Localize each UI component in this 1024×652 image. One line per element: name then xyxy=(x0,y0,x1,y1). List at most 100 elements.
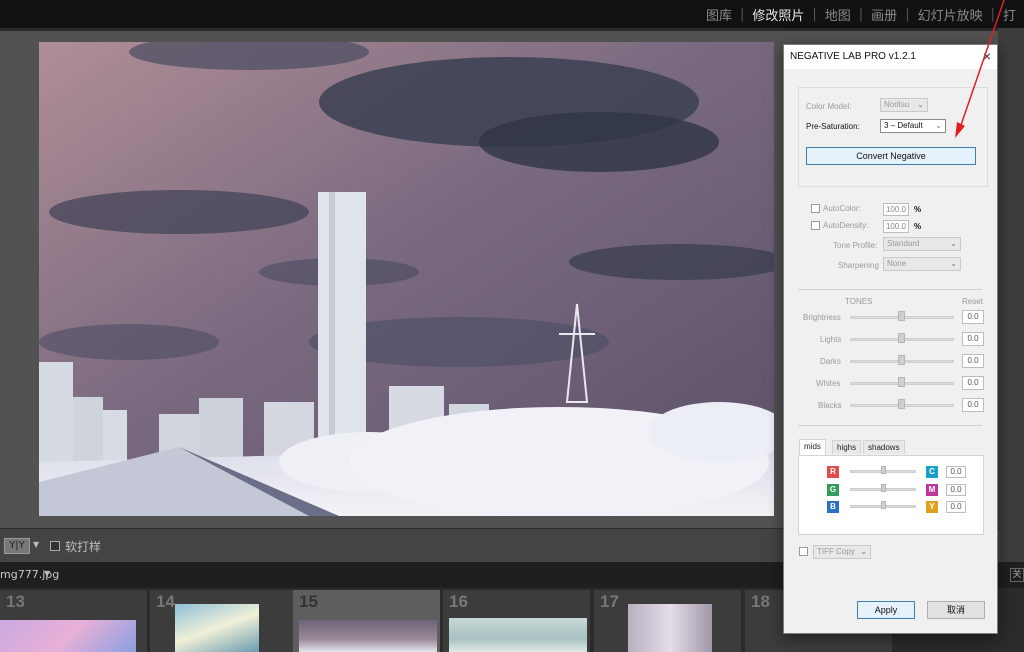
filmstrip-cell[interactable]: 13 xyxy=(0,590,148,652)
photo-thumbnail[interactable] xyxy=(449,618,587,652)
filter-toggle-button[interactable]: 关 xyxy=(1010,568,1024,582)
filmstrip-cell[interactable]: 16 xyxy=(443,590,591,652)
chevron-down-icon: ⌄ xyxy=(950,239,957,248)
cell-number: 15 xyxy=(299,592,318,611)
tone-profile-select[interactable]: Standard ⌄ xyxy=(883,237,961,251)
green-magenta-handle[interactable] xyxy=(881,484,886,492)
autocolor-field[interactable]: 100.0 xyxy=(883,203,909,216)
module-slideshow[interactable]: 幻灯片放映 xyxy=(910,5,991,24)
autodensity-checkbox[interactable] xyxy=(811,221,820,230)
divider xyxy=(798,425,982,426)
filmstrip-cell[interactable]: 17 xyxy=(594,590,742,652)
tab-highs[interactable]: highs xyxy=(832,440,862,454)
pre-saturation-select[interactable]: 3 – Default ⌄ xyxy=(880,119,946,133)
convert-negative-button[interactable]: Convert Negative xyxy=(806,147,976,165)
lightroom-window: 图库 | 修改照片 | 地图 | 画册 | 幻灯片放映 | 打 Y|Y ▼ 软打… xyxy=(0,0,1024,652)
reset-label: Reset xyxy=(962,297,983,306)
cancel-button[interactable]: 取消 xyxy=(927,601,985,619)
filmstrip-cell-selected[interactable]: 15 xyxy=(293,590,441,652)
color-model-value: Noritsu xyxy=(884,100,910,109)
green-channel-chip: G xyxy=(827,484,839,496)
chevron-down-icon: ⌄ xyxy=(935,121,942,130)
photo-thumbnail[interactable] xyxy=(299,620,437,652)
pre-saturation-label: Pre-Saturation: xyxy=(806,122,860,131)
blue-channel-chip: B xyxy=(827,501,839,513)
module-library[interactable]: 图库 xyxy=(698,5,740,24)
lights-label: Lights xyxy=(820,335,842,344)
chevron-down-icon: ⌄ xyxy=(860,547,867,556)
tone-profile-label: Tone Profile: xyxy=(833,241,878,250)
darks-handle[interactable] xyxy=(898,355,905,365)
tab-shadows[interactable]: shadows xyxy=(863,440,905,454)
tiff-copy-select[interactable]: TIFF Copy ⌄ xyxy=(813,545,871,559)
module-develop[interactable]: 修改照片 xyxy=(744,5,812,24)
develop-right-panel xyxy=(998,28,1024,588)
autocolor-checkbox[interactable] xyxy=(811,204,820,213)
chevron-down-icon[interactable]: ▼ xyxy=(44,569,50,578)
blacks-value[interactable]: 0.0 xyxy=(962,398,984,412)
brightness-label: Brightness xyxy=(803,313,841,322)
whites-label: Whites xyxy=(816,379,841,388)
blacks-handle[interactable] xyxy=(898,399,905,409)
negative-lab-pro-dialog: NEGATIVE LAB PRO v1.2.1 × Color Model: N… xyxy=(783,44,998,634)
module-bar: 图库 | 修改照片 | 地图 | 画册 | 幻灯片放映 | 打 xyxy=(0,0,1024,28)
cell-number: 17 xyxy=(600,592,619,611)
brightness-handle[interactable] xyxy=(898,311,905,321)
tab-mids[interactable]: mids xyxy=(799,439,826,455)
blacks-label: Blacks xyxy=(818,401,842,410)
close-icon[interactable]: × xyxy=(983,48,991,64)
soft-proof-checkbox[interactable] xyxy=(50,541,60,551)
dialog-title: NEGATIVE LAB PRO v1.2.1 xyxy=(790,51,916,62)
sharpening-label: Sharpening xyxy=(838,261,879,270)
cell-number: 14 xyxy=(156,592,175,611)
pre-saturation-value: 3 – Default xyxy=(884,121,923,130)
percent-sign: % xyxy=(914,222,922,231)
brightness-value[interactable]: 0.0 xyxy=(962,310,984,324)
blue-yellow-value[interactable]: 0.0 xyxy=(946,501,966,513)
autodensity-field[interactable]: 100.0 xyxy=(883,220,909,233)
lights-handle[interactable] xyxy=(898,333,905,343)
photo-preview[interactable] xyxy=(39,42,774,516)
yellow-channel-chip: Y xyxy=(926,501,938,513)
darks-value[interactable]: 0.0 xyxy=(962,354,984,368)
module-book[interactable]: 画册 xyxy=(863,5,905,24)
cell-number: 18 xyxy=(751,592,770,611)
tone-profile-value: Standard xyxy=(887,239,920,248)
photo-thumbnail[interactable] xyxy=(0,620,136,652)
photo-thumbnail[interactable] xyxy=(175,604,259,652)
inverted-city-photo xyxy=(39,42,774,516)
color-model-select[interactable]: Noritsu ⌄ xyxy=(880,98,928,112)
cell-number: 16 xyxy=(449,592,468,611)
photo-thumbnail[interactable] xyxy=(628,604,712,652)
sharpening-value: None xyxy=(887,259,907,268)
tiff-copy-value: TIFF Copy xyxy=(817,547,855,556)
color-model-label: Color Model: xyxy=(806,102,852,111)
soft-proof-label: 软打样 xyxy=(65,540,102,554)
red-cyan-value[interactable]: 0.0 xyxy=(946,466,966,478)
autodensity-label: AutoDensity: xyxy=(823,221,869,230)
chevron-down-icon[interactable]: ▼ xyxy=(33,540,39,549)
tiff-copy-checkbox[interactable] xyxy=(799,547,808,556)
lights-value[interactable]: 0.0 xyxy=(962,332,984,346)
current-filename[interactable]: mg777.jpg xyxy=(0,568,59,581)
module-print[interactable]: 打 xyxy=(995,5,1024,24)
red-cyan-handle[interactable] xyxy=(881,466,886,474)
cell-number: 13 xyxy=(6,592,25,611)
chevron-down-icon: ⌄ xyxy=(917,100,924,109)
red-channel-chip: R xyxy=(827,466,839,478)
dialog-title-bar[interactable]: NEGATIVE LAB PRO v1.2.1 × xyxy=(784,45,997,69)
filmstrip-cell[interactable]: 14 xyxy=(150,590,298,652)
before-after-view-button[interactable]: Y|Y xyxy=(4,538,30,554)
viewer-top-border xyxy=(0,28,1024,31)
whites-value[interactable]: 0.0 xyxy=(962,376,984,390)
whites-handle[interactable] xyxy=(898,377,905,387)
apply-button[interactable]: Apply xyxy=(857,601,915,619)
divider xyxy=(798,289,982,290)
percent-sign: % xyxy=(914,205,922,214)
tones-heading: TONES xyxy=(845,297,873,306)
blue-yellow-handle[interactable] xyxy=(881,501,886,509)
cyan-channel-chip: C xyxy=(926,466,938,478)
sharpening-select[interactable]: None ⌄ xyxy=(883,257,961,271)
module-map[interactable]: 地图 xyxy=(817,5,859,24)
green-magenta-value[interactable]: 0.0 xyxy=(946,484,966,496)
